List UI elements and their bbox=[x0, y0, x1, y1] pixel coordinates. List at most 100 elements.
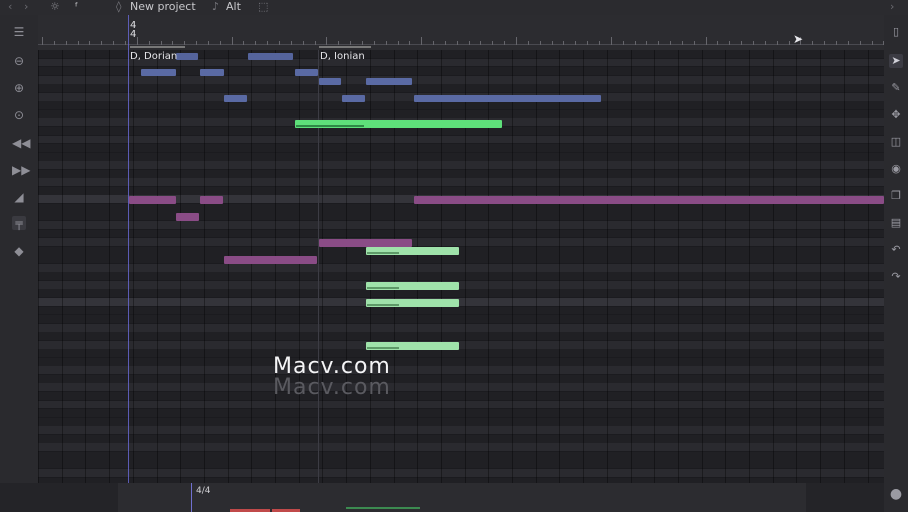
tag-icon[interactable]: ◆ bbox=[12, 244, 26, 258]
pitch-lane[interactable] bbox=[38, 434, 884, 443]
pitch-lane[interactable] bbox=[38, 297, 884, 306]
pitch-lane[interactable] bbox=[38, 280, 884, 289]
scale-label-dorian[interactable]: D, Dorian bbox=[130, 51, 177, 62]
note-purple[interactable] bbox=[200, 196, 223, 204]
pitch-lane[interactable] bbox=[38, 221, 884, 229]
pitch-lane[interactable] bbox=[38, 255, 884, 264]
pitch-lane[interactable] bbox=[38, 366, 884, 375]
zoom-out-icon[interactable]: ⊖ bbox=[12, 54, 26, 68]
velocity-ramp-icon[interactable]: ◢ bbox=[12, 190, 26, 204]
zoom-fit-icon[interactable]: ⊙ bbox=[12, 108, 26, 122]
note-blue[interactable] bbox=[342, 95, 365, 102]
note-blue[interactable] bbox=[176, 53, 198, 60]
pitch-lane[interactable] bbox=[38, 289, 884, 298]
note-blue[interactable] bbox=[200, 69, 224, 76]
pitch-lane[interactable] bbox=[38, 340, 884, 349]
note-green[interactable] bbox=[366, 299, 459, 307]
project-name[interactable]: New project bbox=[130, 0, 196, 14]
redo-icon[interactable]: ↷ bbox=[889, 270, 903, 284]
split-icon[interactable]: ◫ bbox=[889, 135, 903, 149]
alt-label[interactable]: Alt bbox=[226, 0, 241, 14]
sun-icon[interactable]: ☼ bbox=[50, 0, 60, 14]
record-icon[interactable]: ● bbox=[889, 487, 903, 501]
pitch-lane[interactable] bbox=[38, 101, 884, 110]
note-green-selected[interactable] bbox=[295, 120, 502, 128]
pitch-lane[interactable] bbox=[38, 203, 884, 212]
pitch-lane[interactable] bbox=[38, 109, 884, 118]
pitch-lane[interactable] bbox=[38, 126, 884, 135]
pitch-lane[interactable] bbox=[38, 409, 884, 418]
fast-forward-icon[interactable]: ▶▶ bbox=[12, 163, 30, 177]
pitch-lane[interactable] bbox=[38, 238, 884, 247]
pitch-lane[interactable] bbox=[38, 84, 884, 93]
pitch-lane[interactable] bbox=[38, 426, 884, 435]
pitch-lane[interactable] bbox=[38, 135, 884, 144]
zoom-in-icon[interactable]: ⊕ bbox=[12, 81, 26, 95]
pitch-lane[interactable] bbox=[38, 417, 884, 426]
rewind-icon[interactable]: ◀◀ bbox=[12, 136, 30, 150]
pitch-lane[interactable] bbox=[38, 152, 884, 161]
pitch-lane[interactable] bbox=[38, 169, 884, 178]
expand-icon[interactable]: ⬚ bbox=[258, 0, 268, 14]
pitch-lane[interactable] bbox=[38, 451, 884, 460]
note-purple[interactable] bbox=[414, 196, 884, 204]
note-blue[interactable] bbox=[248, 53, 293, 60]
collapse-icon[interactable]: › bbox=[890, 0, 894, 14]
pitch-lane[interactable] bbox=[38, 468, 884, 477]
clip-marker[interactable] bbox=[346, 507, 420, 509]
pitch-lane[interactable] bbox=[38, 272, 884, 281]
pitch-lane[interactable] bbox=[38, 400, 884, 409]
copy-icon[interactable]: ❐ bbox=[889, 189, 903, 203]
settings-circle-icon[interactable]: ◉ bbox=[889, 162, 903, 176]
bottom-timeline[interactable]: 4/4 bbox=[0, 483, 884, 512]
pitch-lane[interactable] bbox=[38, 229, 884, 238]
pitch-lane[interactable] bbox=[38, 383, 884, 392]
pointer-icon[interactable]: ➤ bbox=[889, 54, 903, 68]
pitch-lane[interactable] bbox=[38, 306, 884, 315]
paint-roller-icon[interactable]: ╤ bbox=[12, 216, 26, 230]
pitch-lane[interactable] bbox=[38, 443, 884, 452]
pitch-lane[interactable] bbox=[38, 460, 884, 469]
back-icon[interactable]: ‹ bbox=[8, 0, 12, 14]
pitch-lane[interactable] bbox=[38, 75, 884, 84]
note-purple[interactable] bbox=[224, 256, 317, 264]
note-blue[interactable] bbox=[366, 78, 412, 85]
note-green[interactable] bbox=[366, 247, 459, 255]
move-icon[interactable]: ✥ bbox=[889, 108, 903, 122]
pencil-icon[interactable]: ✎ bbox=[889, 81, 903, 95]
note-blue[interactable] bbox=[414, 95, 601, 102]
note-green[interactable] bbox=[366, 282, 459, 290]
note-blue[interactable] bbox=[319, 78, 341, 85]
pitch-lane[interactable] bbox=[38, 374, 884, 383]
pitch-lane[interactable] bbox=[38, 246, 884, 255]
note-purple[interactable] bbox=[319, 239, 412, 247]
pitch-lane[interactable] bbox=[38, 186, 884, 195]
magnet-icon[interactable]: ᶠ bbox=[75, 0, 78, 14]
note-purple[interactable] bbox=[176, 213, 199, 221]
panel-icon[interactable]: ☰ bbox=[12, 25, 26, 39]
pitch-lane[interactable] bbox=[38, 263, 884, 272]
pitch-lane[interactable] bbox=[38, 349, 884, 358]
forward-icon[interactable]: › bbox=[24, 0, 28, 14]
note-blue[interactable] bbox=[224, 95, 247, 102]
pitch-lane[interactable] bbox=[38, 212, 884, 221]
sidebar-toggle-icon[interactable]: ▯ bbox=[889, 25, 903, 39]
note-green[interactable] bbox=[366, 342, 459, 350]
note-blue[interactable] bbox=[141, 69, 176, 76]
undo-icon[interactable]: ↶ bbox=[889, 243, 903, 257]
pitch-lane[interactable] bbox=[38, 315, 884, 323]
note-blue[interactable] bbox=[295, 69, 318, 76]
pitch-lane[interactable] bbox=[38, 144, 884, 152]
pitch-lane[interactable] bbox=[38, 161, 884, 170]
pitch-lane[interactable] bbox=[38, 357, 884, 366]
piano-roll-grid[interactable] bbox=[38, 50, 884, 483]
pitch-lane[interactable] bbox=[38, 392, 884, 400]
pitch-lane[interactable] bbox=[38, 323, 884, 332]
pitch-lane[interactable] bbox=[38, 332, 884, 341]
scale-label-ionian[interactable]: D, Ionian bbox=[320, 51, 365, 62]
paste-icon[interactable]: ▤ bbox=[889, 216, 903, 230]
note-purple[interactable] bbox=[129, 196, 176, 204]
timeline-ruler[interactable]: 4 4 ➤ bbox=[38, 15, 885, 51]
playhead[interactable] bbox=[128, 15, 129, 483]
pitch-lane[interactable] bbox=[38, 178, 884, 187]
